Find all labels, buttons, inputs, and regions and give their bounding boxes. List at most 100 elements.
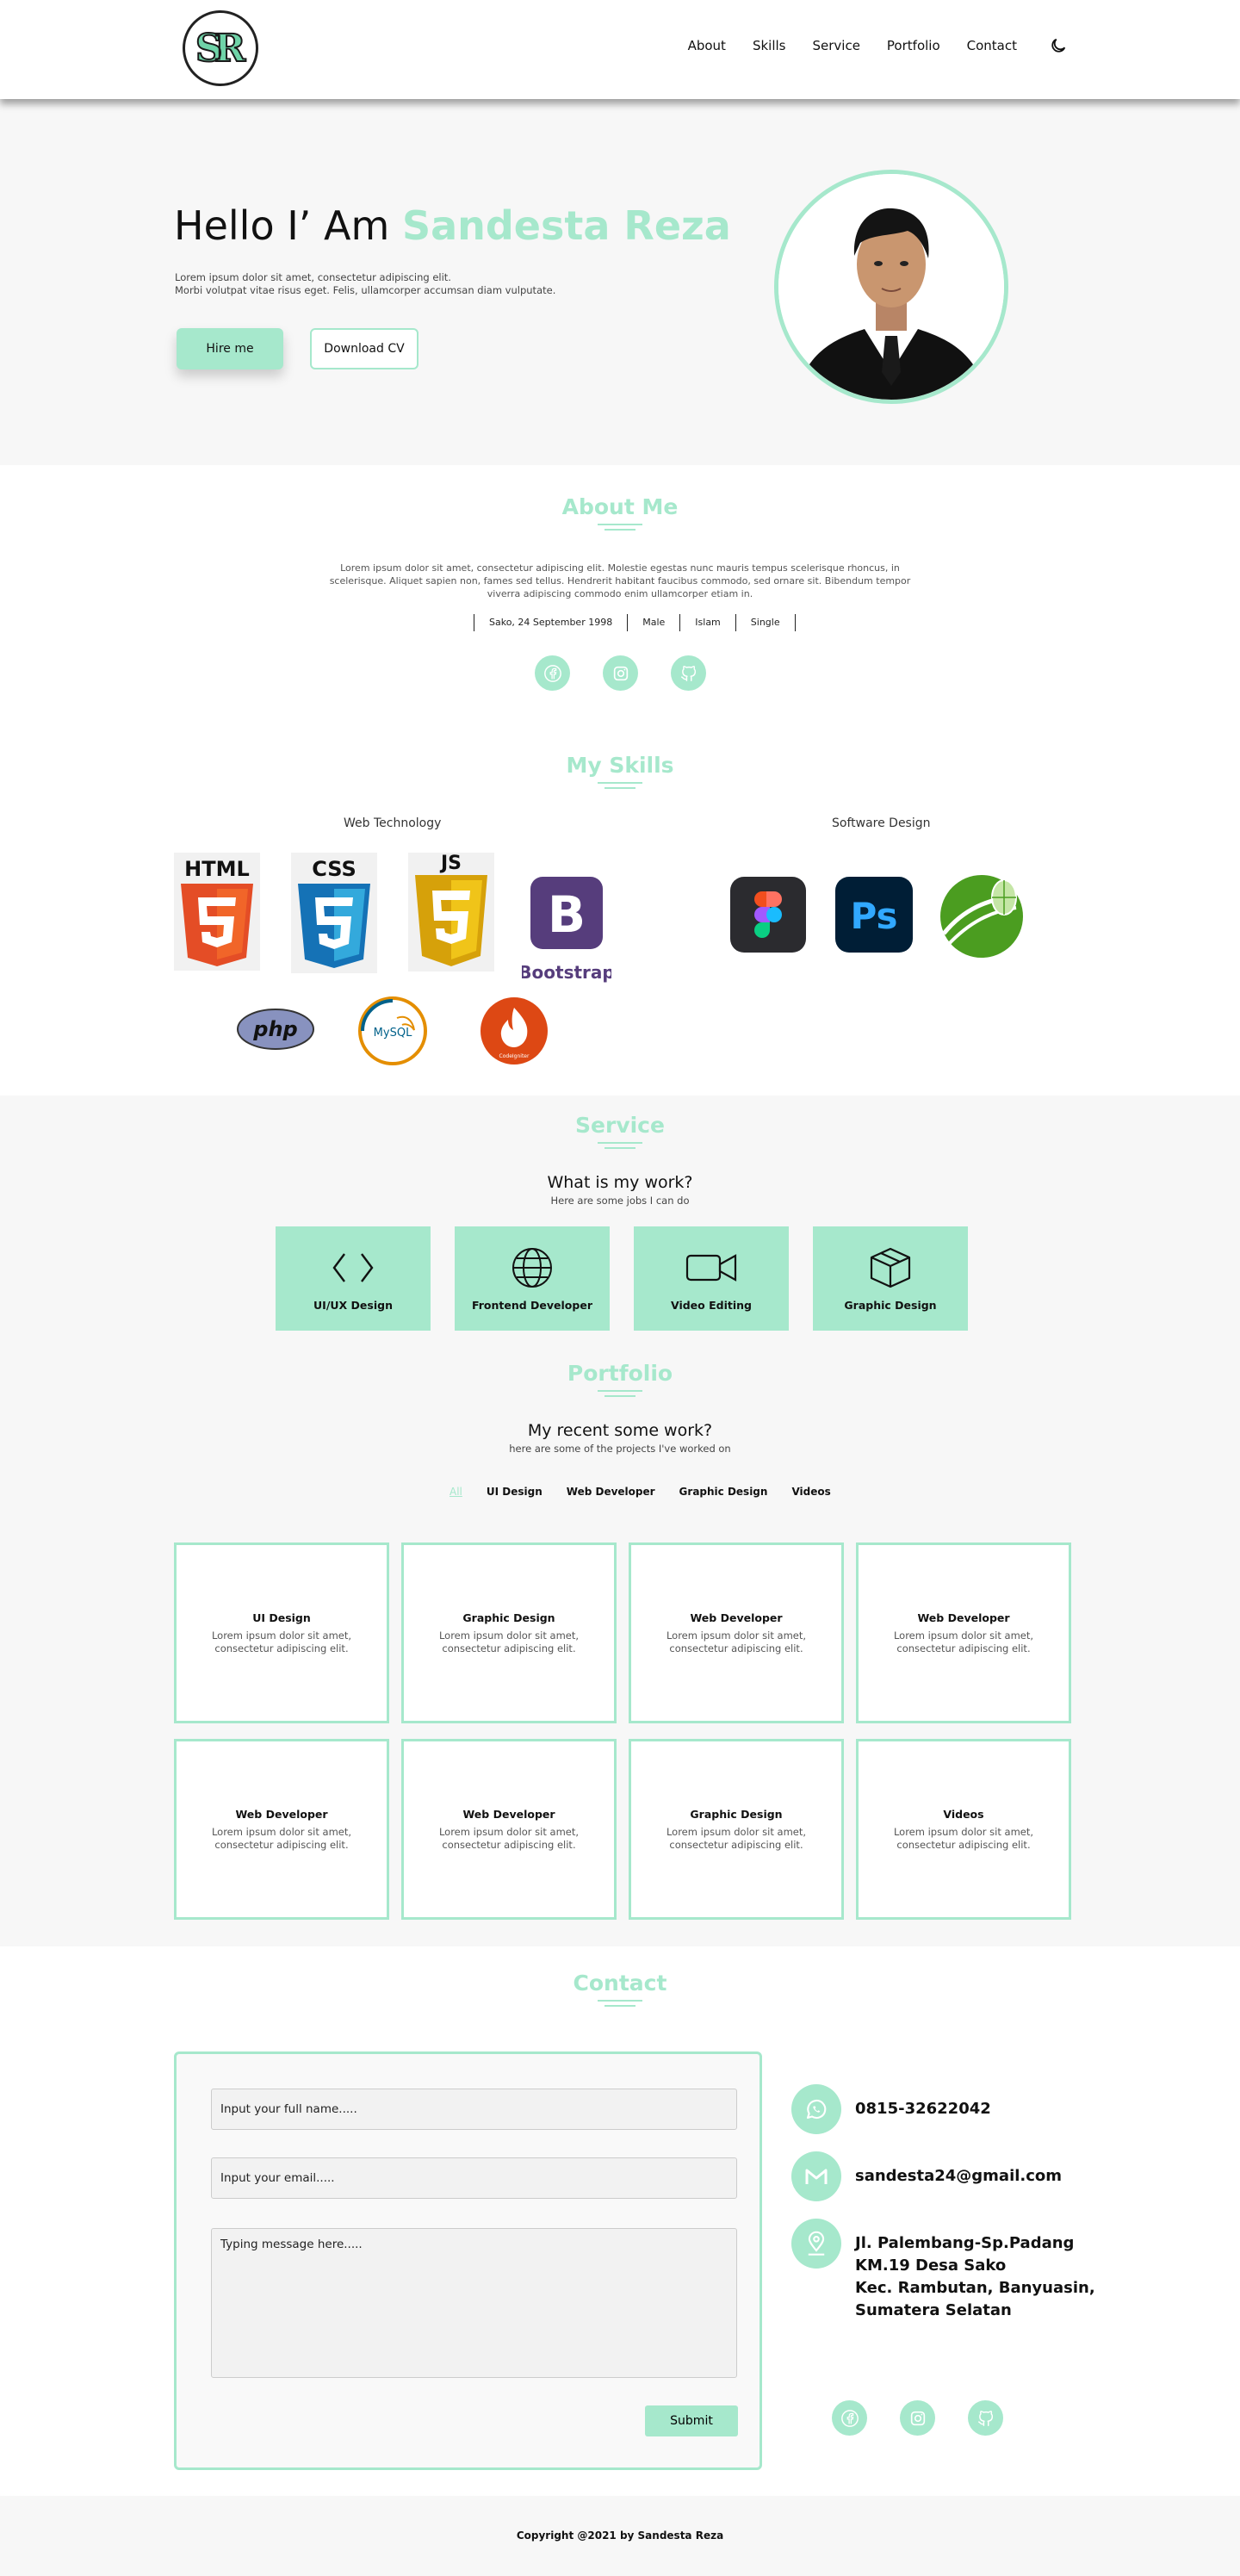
contact-email: sandesta24@gmail.com (791, 2151, 1062, 2201)
portfolio-filters: All UI Design Web Developer Graphic Desi… (450, 1486, 831, 1498)
portfolio-card[interactable]: Videos Lorem ipsum dolor sit amet, consec… (856, 1739, 1071, 1920)
hero-section: Hello I’ Am Sandesta Reza Lorem ipsum do… (0, 99, 1240, 465)
submit-button[interactable]: Submit (645, 2405, 738, 2436)
profile-photo (774, 170, 1008, 404)
location-pin-icon[interactable] (791, 2219, 841, 2269)
service-label: Frontend Developer (472, 1299, 592, 1312)
codeigniter-logo: CodeIgniter (479, 996, 549, 1066)
php-logo: php (236, 1008, 315, 1051)
github-icon[interactable] (968, 2400, 1003, 2436)
svg-text:B: B (548, 885, 586, 944)
filter-ui-design[interactable]: UI Design (487, 1486, 542, 1498)
mysql-logo: MySQL (357, 996, 428, 1066)
portfolio-card[interactable]: UI Design Lorem ipsum dolor sit amet, con… (174, 1542, 389, 1723)
title-underline (598, 2000, 642, 2010)
portfolio-card[interactable]: Web Developer Lorem ipsum dolor sit amet,… (856, 1542, 1071, 1723)
javascript-logo: JS (408, 853, 494, 971)
card-title: Graphic Design (462, 1611, 555, 1624)
filter-all[interactable]: All (450, 1486, 462, 1498)
photoshop-text: Ps (850, 895, 897, 937)
portfolio-card[interactable]: Graphic Design Lorem ipsum dolor sit amet… (629, 1739, 844, 1920)
facebook-icon[interactable] (535, 655, 570, 691)
nav-link-about[interactable]: About (688, 38, 726, 53)
portfolio-card[interactable]: Web Developer Lorem ipsum dolor sit amet,… (401, 1739, 617, 1920)
service-card-graphic[interactable]: Graphic Design (813, 1226, 968, 1331)
fact-status: Single (735, 614, 796, 631)
contact-title: Contact (573, 1971, 667, 1996)
contact-phone: 0815-32622042 (791, 2084, 991, 2134)
service-card-video[interactable]: Video Editing (634, 1226, 789, 1331)
service-title: Service (575, 1113, 665, 1138)
fact-gender: Male (627, 614, 679, 631)
fact-birth: Sako, 24 September 1998 (474, 614, 627, 631)
hire-me-button[interactable]: Hire me (177, 328, 283, 369)
codeigniter-text: CodeIgniter (499, 1053, 530, 1059)
service-label: Video Editing (671, 1299, 752, 1312)
css3-text: CSS (312, 857, 356, 881)
portfolio-card[interactable]: Graphic Design Lorem ipsum dolor sit amet… (401, 1542, 617, 1723)
instagram-icon[interactable] (603, 655, 638, 691)
address-text: Jl. Palembang-Sp.Padang KM.19 Desa Sako … (855, 2232, 1095, 2322)
portfolio-description: here are some of the projects I've worke… (509, 1443, 731, 1455)
filter-videos[interactable]: Videos (791, 1486, 830, 1498)
service-card-frontend[interactable]: Frontend Developer (455, 1226, 610, 1331)
download-cv-button[interactable]: Download CV (310, 328, 418, 369)
css3-logo: CSS (291, 853, 377, 973)
moon-icon[interactable] (1049, 36, 1068, 55)
facebook-icon[interactable] (832, 2400, 867, 2436)
portfolio-card[interactable]: Web Developer Lorem ipsum dolor sit amet,… (174, 1739, 389, 1920)
card-title: Videos (943, 1807, 984, 1821)
address-line: Kec. Rambutan, Banyuasin, (855, 2279, 1095, 2297)
logo[interactable]: SR (183, 10, 258, 86)
photoshop-logo: Ps (835, 877, 913, 953)
logo-text: SR (195, 26, 246, 71)
about-socials (535, 655, 706, 691)
github-icon[interactable] (671, 655, 706, 691)
html5-text: HTML (184, 857, 250, 881)
html5-logo: HTML (174, 853, 260, 971)
email-input[interactable] (211, 2157, 737, 2199)
filter-web-developer[interactable]: Web Developer (567, 1486, 655, 1498)
hero-title: Hello I’ Am Sandesta Reza (174, 202, 731, 249)
nav-link-skills[interactable]: Skills (753, 38, 786, 53)
hero-desc-line: Morbi volutpat vitae risus eget. Felis, … (175, 284, 556, 296)
card-title: Graphic Design (690, 1807, 783, 1821)
contact-address: Jl. Palembang-Sp.Padang KM.19 Desa Sako … (791, 2219, 1095, 2322)
globe-icon (512, 1248, 552, 1288)
coreldraw-logo (939, 873, 1026, 959)
service-card-uiux[interactable]: UI/UX Design (276, 1226, 431, 1331)
gmail-icon[interactable] (791, 2151, 841, 2201)
card-title: Web Developer (462, 1807, 555, 1821)
instagram-icon[interactable] (900, 2400, 935, 2436)
portfolio-card[interactable]: Web Developer Lorem ipsum dolor sit amet,… (629, 1542, 844, 1723)
nav-link-service[interactable]: Service (812, 38, 859, 53)
contact-socials (832, 2400, 1003, 2436)
email-address: sandesta24@gmail.com (855, 2167, 1063, 2185)
hero-description: Lorem ipsum dolor sit amet, consectetur … (175, 271, 657, 297)
card-text: Lorem ipsum dolor sit amet, consectetur … (893, 1629, 1034, 1654)
nav-link-portfolio[interactable]: Portfolio (887, 38, 940, 53)
skills-title: My Skills (566, 753, 674, 778)
nav-link-contact[interactable]: Contact (967, 38, 1017, 53)
code-icon (332, 1253, 374, 1282)
card-title: Web Developer (917, 1611, 1010, 1624)
hero-greeting: Hello I’ Am (174, 202, 390, 249)
title-underline (598, 782, 642, 792)
full-name-input[interactable] (211, 2089, 737, 2130)
bootstrap-logo: B Bootstrap (518, 877, 615, 987)
filter-graphic-design[interactable]: Graphic Design (679, 1486, 768, 1498)
title-underline (598, 1142, 642, 1152)
hero-desc-line: Lorem ipsum dolor sit amet, consectetur … (175, 271, 451, 283)
card-text: Lorem ipsum dolor sit amet, consectetur … (211, 1825, 352, 1851)
card-text: Lorem ipsum dolor sit amet, consectetur … (438, 1629, 580, 1654)
title-underline (598, 1390, 642, 1400)
card-text: Lorem ipsum dolor sit amet, consectetur … (666, 1629, 807, 1654)
service-heading: What is my work? (547, 1173, 693, 1192)
message-textarea[interactable] (211, 2228, 737, 2378)
whatsapp-icon[interactable] (791, 2084, 841, 2134)
address-line: KM.19 Desa Sako (855, 2256, 1007, 2275)
portfolio-heading: My recent some work? (527, 1421, 713, 1440)
address-line: Jl. Palembang-Sp.Padang (855, 2234, 1075, 2252)
copyright-text: Copyright @2021 by Sandesta Reza (516, 2529, 724, 2542)
phone-number: 0815-32622042 (855, 2100, 991, 2118)
